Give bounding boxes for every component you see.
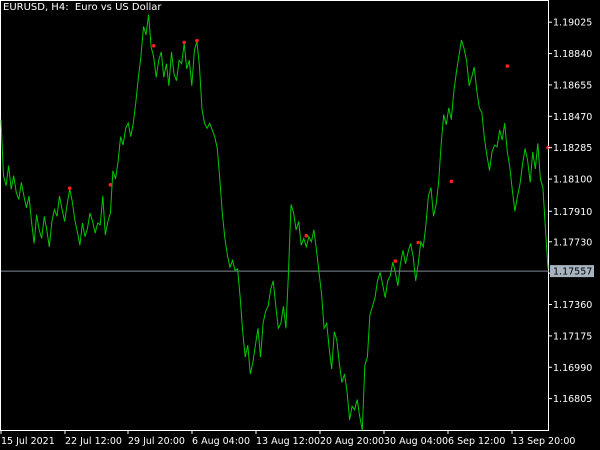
y-tick-label: 1.17360: [553, 300, 592, 311]
signal-marker: [151, 44, 156, 48]
y-tick-label: 1.17175: [553, 331, 592, 342]
x-tick-label: 22 Jul 12:00: [65, 436, 122, 447]
y-tick-label: 1.19025: [553, 18, 592, 29]
signal-markers: [67, 38, 550, 263]
x-axis: 15 Jul 2021 22 Jul 12:00 29 Jul 20:00 6 Aug…: [0, 430, 575, 447]
x-tick-label: 20 Aug 20:00: [320, 436, 384, 447]
y-axis: 1.19025 1.18840 1.18655 1.18470 1.18285 1.181…: [548, 18, 592, 405]
y-tick-label: 1.18655: [553, 80, 592, 91]
signal-marker: [505, 64, 510, 68]
y-tick-label: 1.16990: [553, 363, 592, 374]
x-tick-label: 6 Aug 04:00: [192, 436, 250, 447]
y-tick-label: 1.17730: [553, 237, 592, 248]
y-tick-label: 1.18100: [553, 175, 592, 186]
signal-marker: [195, 38, 199, 43]
x-tick-label: 13 Sep 20:00: [512, 436, 575, 447]
x-tick-label: 13 Aug 12:00: [256, 436, 320, 447]
signal-marker: [416, 240, 421, 245]
current-price-tag: 1.17557: [550, 265, 594, 278]
signal-marker: [67, 186, 72, 190]
y-tick-label: 1.17910: [553, 207, 592, 218]
price-chart[interactable]: 1.19025 1.18840 1.18655 1.18470 1.18285 1.181…: [0, 0, 600, 450]
signal-marker: [108, 183, 113, 187]
x-tick-label: 15 Jul 2021: [1, 436, 55, 447]
y-tick-label: 1.18470: [553, 112, 592, 123]
price-series-line: [0, 14, 549, 431]
y-tick-label: 1.18840: [553, 49, 592, 60]
current-price-label: 1.17557: [553, 267, 592, 278]
chart-window[interactable]: 1.19025 1.18840 1.18655 1.18470 1.18285 1.181…: [0, 0, 600, 450]
x-tick-label: 29 Jul 20:00: [128, 436, 185, 447]
x-tick-label: 30 Aug 04:00: [384, 436, 448, 447]
signal-marker: [304, 233, 309, 238]
y-tick-label: 1.18285: [553, 143, 592, 154]
plot-frame: [0, 0, 549, 431]
signal-marker: [393, 259, 398, 263]
chart-title: EURUSD, H4: Euro vs US Dollar: [3, 2, 162, 13]
signal-marker: [449, 179, 454, 184]
x-tick-label: 6 Sep 12:00: [448, 436, 505, 447]
y-tick-label: 1.16805: [553, 394, 592, 405]
signal-marker: [182, 40, 186, 45]
